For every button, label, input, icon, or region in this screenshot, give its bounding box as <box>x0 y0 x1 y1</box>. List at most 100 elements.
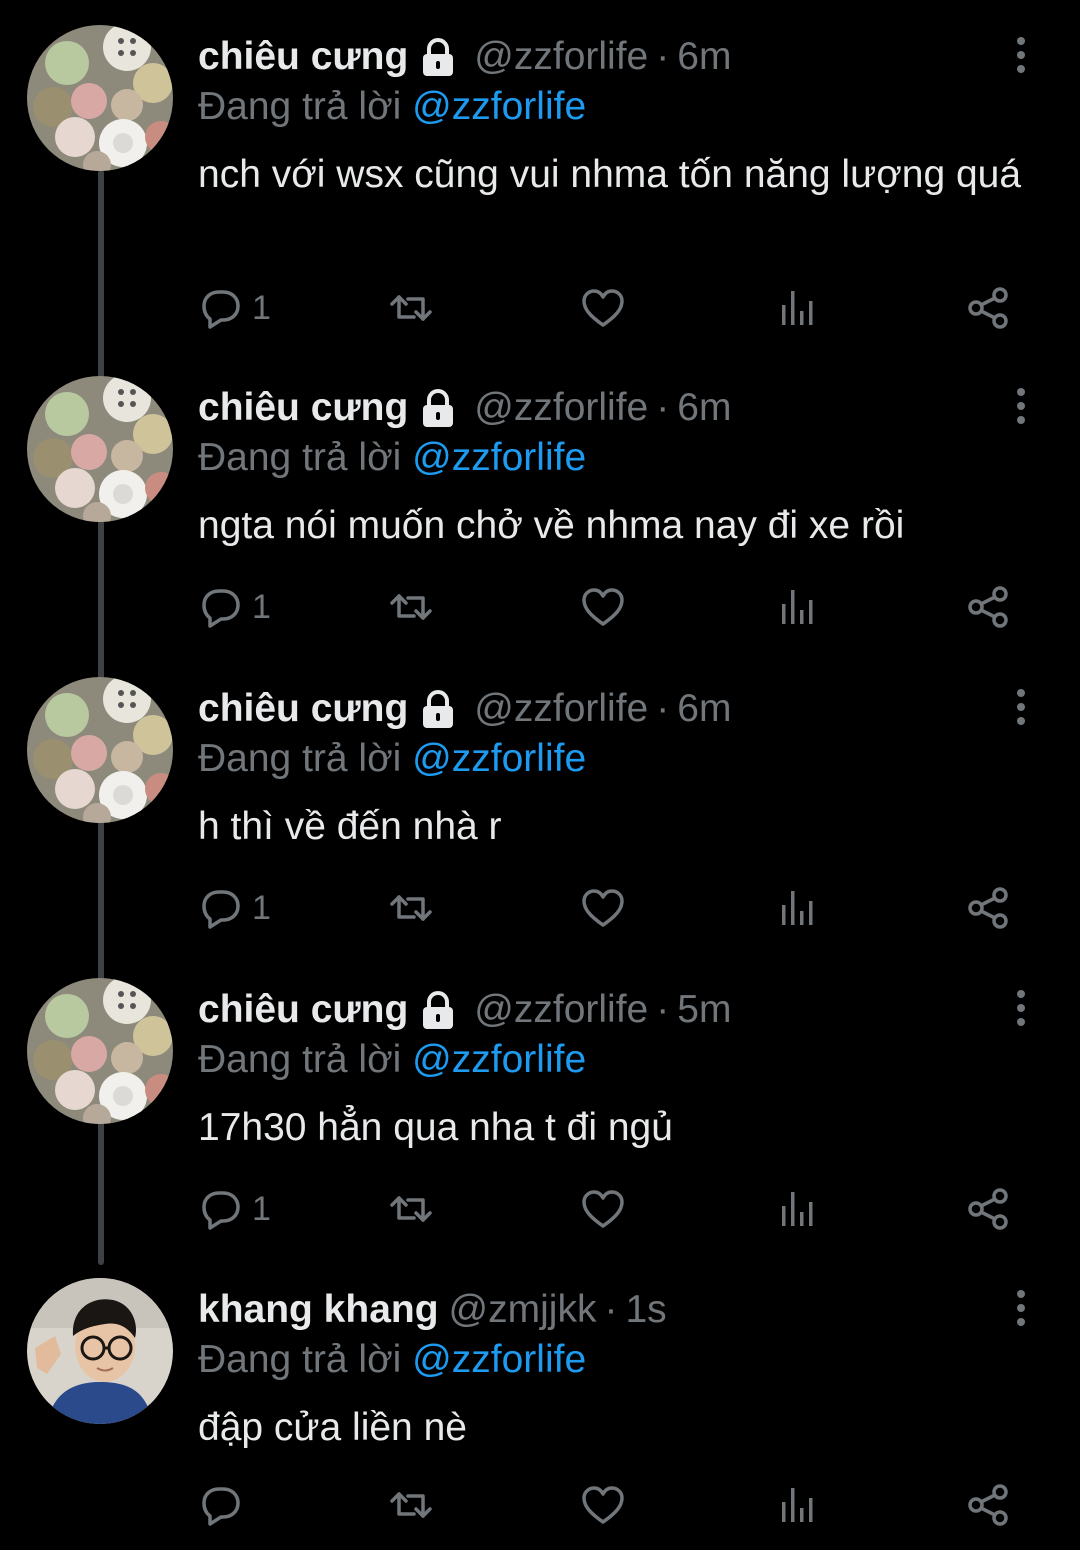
replying-to-handle[interactable]: @zzforlife <box>412 737 586 780</box>
reply-count: 1 <box>252 288 271 327</box>
retweet-button[interactable] <box>388 283 434 333</box>
timestamp[interactable]: 1s <box>625 1288 666 1332</box>
bar-chart-icon <box>773 885 819 931</box>
speech-bubble-icon <box>198 584 244 630</box>
reply-button[interactable]: 1 <box>198 883 271 933</box>
share-button[interactable] <box>965 283 1011 333</box>
retweet-icon <box>388 584 434 630</box>
replying-to: Đang trả lời @zzforlife <box>198 85 586 129</box>
tweet-actions: 1 <box>0 582 1080 632</box>
retweet-icon <box>388 885 434 931</box>
tweet-actions: 1 <box>0 1184 1080 1234</box>
replying-to: Đang trả lời @zzforlife <box>198 1038 586 1082</box>
avatar[interactable] <box>27 25 173 171</box>
bar-chart-icon <box>773 1482 819 1528</box>
separator-dot: · <box>604 1288 618 1331</box>
tweet-header: chiêu cưng @zzforlife · 6m <box>198 685 731 733</box>
timestamp[interactable]: 6m <box>677 35 731 79</box>
share-icon <box>965 1482 1011 1528</box>
vertical-dots-icon[interactable] <box>1006 687 1036 727</box>
like-button[interactable] <box>580 883 626 933</box>
replying-to-label: Đang trả lời <box>198 1338 402 1381</box>
user-handle[interactable]: @zmjjkk <box>449 1288 597 1332</box>
lock-icon <box>416 988 460 1032</box>
separator-dot: · <box>656 687 670 730</box>
timestamp[interactable]: 6m <box>677 386 731 430</box>
replying-to-handle[interactable]: @zzforlife <box>412 1338 586 1381</box>
reply-count: 1 <box>252 587 271 626</box>
tweet-text: ngta nói muốn chở về nhma nay đi xe rồi <box>198 504 905 547</box>
separator-dot: · <box>656 988 670 1031</box>
speech-bubble-icon <box>198 1482 244 1528</box>
replying-to-label: Đang trả lời <box>198 85 402 128</box>
bar-chart-icon <box>773 285 819 331</box>
share-button[interactable] <box>965 883 1011 933</box>
vertical-dots-icon[interactable] <box>1006 1288 1036 1328</box>
display-name[interactable]: khang khang <box>198 1288 439 1332</box>
tweet-text: nch với wsx cũng vui nhma tốn năng lượng… <box>198 153 1022 196</box>
reply-button[interactable]: 1 <box>198 1184 271 1234</box>
tweet-text: 17h30 hẳn qua nha t đi ngủ <box>198 1106 673 1149</box>
avatar[interactable] <box>27 677 173 823</box>
reply-button[interactable]: 1 <box>198 582 271 632</box>
replying-to-label: Đang trả lời <box>198 1038 402 1081</box>
reply-count: 1 <box>252 888 271 927</box>
tweet-header: chiêu cưng @zzforlife · 6m <box>198 384 731 432</box>
reply-button[interactable] <box>198 1480 252 1530</box>
display-name[interactable]: chiêu cưng <box>198 687 408 731</box>
replying-to: Đang trả lời @zzforlife <box>198 436 586 480</box>
replying-to-label: Đang trả lời <box>198 436 402 479</box>
speech-bubble-icon <box>198 885 244 931</box>
replying-to: Đang trả lời @zzforlife <box>198 1338 586 1382</box>
vertical-dots-icon[interactable] <box>1006 988 1036 1028</box>
views-button[interactable] <box>773 1184 819 1234</box>
heart-icon <box>580 285 626 331</box>
share-button[interactable] <box>965 582 1011 632</box>
bar-chart-icon <box>773 1186 819 1232</box>
reply-button[interactable]: 1 <box>198 283 271 333</box>
lock-icon <box>416 35 460 79</box>
display-name[interactable]: chiêu cưng <box>198 35 408 79</box>
retweet-icon <box>388 1482 434 1528</box>
views-button[interactable] <box>773 283 819 333</box>
speech-bubble-icon <box>198 285 244 331</box>
replying-to-handle[interactable]: @zzforlife <box>412 1038 586 1081</box>
timestamp[interactable]: 5m <box>677 988 731 1032</box>
user-handle[interactable]: @zzforlife <box>474 35 648 79</box>
retweet-button[interactable] <box>388 883 434 933</box>
replying-to-handle[interactable]: @zzforlife <box>412 436 586 479</box>
retweet-icon <box>388 285 434 331</box>
lock-icon <box>416 687 460 731</box>
retweet-button[interactable] <box>388 1184 434 1234</box>
share-icon <box>965 285 1011 331</box>
replying-to-handle[interactable]: @zzforlife <box>412 85 586 128</box>
separator-dot: · <box>656 35 670 78</box>
user-handle[interactable]: @zzforlife <box>474 988 648 1032</box>
share-button[interactable] <box>965 1480 1011 1530</box>
share-icon <box>965 584 1011 630</box>
retweet-button[interactable] <box>388 1480 434 1530</box>
vertical-dots-icon[interactable] <box>1006 35 1036 75</box>
display-name[interactable]: chiêu cưng <box>198 386 408 430</box>
like-button[interactable] <box>580 283 626 333</box>
timestamp[interactable]: 6m <box>677 687 731 731</box>
display-name[interactable]: chiêu cưng <box>198 988 408 1032</box>
reply-count: 1 <box>252 1189 271 1228</box>
avatar[interactable] <box>27 978 173 1124</box>
avatar[interactable] <box>27 1278 173 1424</box>
user-handle[interactable]: @zzforlife <box>474 687 648 731</box>
like-button[interactable] <box>580 1184 626 1234</box>
share-icon <box>965 885 1011 931</box>
share-button[interactable] <box>965 1184 1011 1234</box>
user-handle[interactable]: @zzforlife <box>474 386 648 430</box>
avatar[interactable] <box>27 376 173 522</box>
views-button[interactable] <box>773 582 819 632</box>
like-button[interactable] <box>580 1480 626 1530</box>
retweet-button[interactable] <box>388 582 434 632</box>
tweet-header: chiêu cưng @zzforlife · 6m <box>198 33 731 81</box>
like-button[interactable] <box>580 582 626 632</box>
retweet-icon <box>388 1186 434 1232</box>
views-button[interactable] <box>773 1480 819 1530</box>
views-button[interactable] <box>773 883 819 933</box>
vertical-dots-icon[interactable] <box>1006 386 1036 426</box>
